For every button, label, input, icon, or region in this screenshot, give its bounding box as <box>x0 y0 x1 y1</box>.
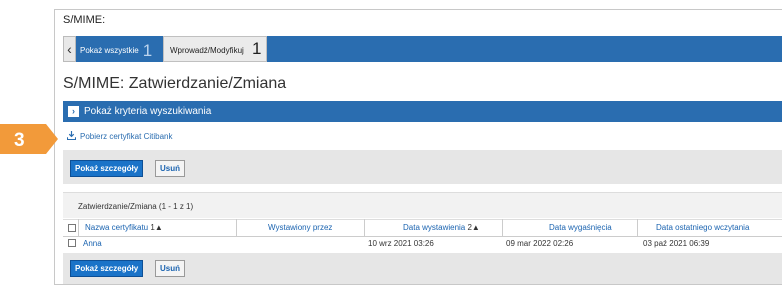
column-header-issued-label: Data wystawienia <box>403 223 466 232</box>
show-details-button-bottom[interactable]: Pokaż szczegóły <box>70 260 144 277</box>
column-header-issuer-label: Wystawiony przez <box>268 223 333 232</box>
chevron-left-icon: ‹ <box>67 41 72 57</box>
grid-caption-bar: Zatwierdzanie/Zmiana (1 - 1 z 1) <box>63 192 782 218</box>
column-header-issued-sort: 2▲ <box>467 223 480 232</box>
delete-button-bottom[interactable]: Usuń <box>155 260 185 277</box>
download-certificate-label: Pobierz certyfikat Citibank <box>80 132 173 141</box>
column-divider <box>78 219 79 237</box>
table-row: Anna 10 wrz 2021 03:26 09 mar 2022 02:26… <box>63 237 782 250</box>
column-header-last-loaded[interactable]: Data ostatniego wczytania <box>656 223 749 232</box>
tab-show-all-label: Pokaż wszystkie <box>80 46 139 55</box>
column-header-issued[interactable]: Data wystawienia 2▲ <box>403 223 480 232</box>
callout-arrow-icon <box>0 124 58 154</box>
tab-edit-label: Wprowadź/Modyfikuj <box>170 46 244 55</box>
column-header-expires-label: Data wygaśnięcia <box>549 223 612 232</box>
certificate-name-link[interactable]: Anna <box>83 239 102 248</box>
download-icon <box>67 131 76 140</box>
chevron-right-icon: › <box>68 106 79 117</box>
grid-caption: Zatwierdzanie/Zmiana (1 - 1 z 1) <box>78 202 194 211</box>
column-divider <box>502 219 503 237</box>
select-all-checkbox[interactable] <box>68 224 76 232</box>
column-header-expires[interactable]: Data wygaśnięcia <box>549 223 612 232</box>
tab-edit[interactable]: Wprowadź/Modyfikuj 1 <box>163 36 267 62</box>
step-callout: 3 <box>0 124 58 154</box>
show-details-button[interactable]: Pokaż szczegóły <box>70 160 144 177</box>
column-divider <box>236 219 237 237</box>
column-header-name[interactable]: Nazwa certyfikatu 1▲ <box>85 223 163 232</box>
page-title: S/MIME: Zatwierdzanie/Zmiana <box>63 75 287 92</box>
row-checkbox[interactable] <box>68 239 76 247</box>
issued-date-cell: 10 wrz 2021 03:26 <box>368 239 434 248</box>
column-header-issuer[interactable]: Wystawiony przez <box>268 223 332 232</box>
tab-edit-count: 1 <box>252 39 262 58</box>
column-header-last-loaded-label: Data ostatniego wczytania <box>656 223 750 232</box>
delete-button[interactable]: Usuń <box>155 160 185 177</box>
column-divider <box>637 219 638 237</box>
tab-back-button[interactable]: ‹ <box>63 36 76 62</box>
last-loaded-cell: 03 paź 2021 06:39 <box>643 239 710 248</box>
search-criteria-label: Pokaż kryteria wyszukiwania <box>84 106 212 117</box>
tab-show-all[interactable]: Pokaż wszystkie 1 <box>80 41 152 61</box>
column-header-name-label: Nazwa certyfikatu <box>85 223 149 232</box>
tab-show-all-count: 1 <box>142 41 153 60</box>
expiry-date-cell: 09 mar 2022 02:26 <box>506 239 574 248</box>
search-criteria-toggle[interactable]: › Pokaż kryteria wyszukiwania <box>63 101 782 122</box>
section-title: S/MIME: <box>63 14 106 26</box>
callout-number: 3 <box>14 130 25 151</box>
download-certificate-link[interactable]: Pobierz certyfikat Citibank <box>67 131 172 141</box>
column-divider <box>364 219 365 237</box>
column-header-name-sort: 1▲ <box>150 223 163 232</box>
